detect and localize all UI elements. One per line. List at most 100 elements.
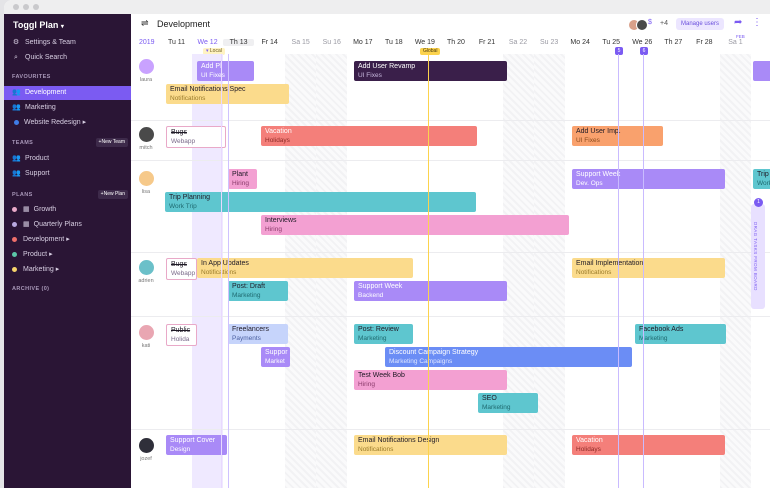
avatar[interactable] <box>139 59 154 74</box>
menu-toggle-icon[interactable]: ⇌ <box>141 18 149 29</box>
window-titlebar <box>4 0 770 14</box>
quick-search-link[interactable]: ⌕ Quick Search <box>12 51 67 64</box>
extra-users-count[interactable]: +4 <box>660 20 668 27</box>
settings-link[interactable]: ⚙ Settings & Team <box>12 36 76 49</box>
task-title: Facebook Ads <box>639 326 684 333</box>
task-title: Support Cover <box>170 437 216 444</box>
task-bar[interactable]: Email Notifications Design Notifications <box>354 435 507 455</box>
task-bar[interactable]: Post: Draft Marketing <box>228 281 288 301</box>
sidebar-plan-product[interactable]: Product ▸ <box>12 248 53 261</box>
sidebar-item-marketing[interactable]: 👥 Marketing <box>12 101 56 114</box>
task-title: Add Pl <box>201 63 222 70</box>
user-name: jozef <box>140 456 152 462</box>
task-project: Notifications <box>358 446 394 453</box>
task-bar[interactable]: Support Week Dev. Ops <box>572 169 725 189</box>
task-bar[interactable]: Plant Hiring <box>228 169 257 189</box>
task-bar[interactable]: In App Updates Notifications <box>197 258 413 278</box>
task-title: Test Week Bob <box>358 372 405 379</box>
task-project: Notifications <box>576 269 612 276</box>
lane-separator <box>131 252 770 253</box>
task-bar[interactable]: Freelancers Payments <box>228 324 288 344</box>
team-icon: 👥 <box>12 89 21 96</box>
user-name: kati <box>141 343 151 349</box>
sidebar-item-label: Marketing <box>25 104 56 111</box>
plan-color-dot <box>12 221 17 227</box>
task-bar[interactable]: Trip Work <box>753 169 770 189</box>
sidebar-item-website-redesign[interactable]: Website Redesign ▸ <box>12 116 86 129</box>
chevron-right-icon: ▸ <box>55 266 60 273</box>
drag-tasks-panel[interactable]: 1 DRAG TASKS FROM BOARD <box>751 198 765 309</box>
workspace-switcher[interactable]: Toggl Plan ▾ <box>13 20 64 30</box>
plan-color-dot <box>12 236 17 242</box>
more-options-icon[interactable]: ⋮ <box>752 17 762 28</box>
task-bar[interactable]: Suppor Market <box>261 347 290 367</box>
task-bar[interactable]: Email Implementation Notifications <box>572 258 725 278</box>
user-name: adrien <box>138 278 154 284</box>
task-bar[interactable]: Public Holida <box>166 324 197 346</box>
task-bar[interactable]: Support Cover Design <box>166 435 227 455</box>
team-icon: 👥 <box>12 104 21 111</box>
app-window: Toggl Plan ▾ ⚙ Settings & Team ⌕ Quick Sea… <box>4 0 770 488</box>
task-title: Add User Revamp <box>358 63 416 70</box>
user-name: laura <box>139 77 153 83</box>
avatar[interactable] <box>139 171 154 186</box>
task-bar[interactable]: Bugs Webapp <box>166 126 226 148</box>
year-label: 2019 <box>139 39 155 46</box>
task-bar[interactable]: Interviews Hiring <box>261 215 569 235</box>
day-label: Tu 18 <box>385 39 403 46</box>
task-bar[interactable]: Vacation Holidays <box>572 435 725 455</box>
sidebar-item-label: Development <box>25 89 67 96</box>
sidebar-plan-quarterly[interactable]: ▦ Quarterly Plans <box>12 218 82 231</box>
plans-heading: PLANS <box>12 192 33 198</box>
window-maximize-dot[interactable] <box>33 4 39 10</box>
avatar[interactable] <box>139 260 154 275</box>
timeline-main: ⇌ Development $ +4 Manage users ➦ ⋮ 2019… <box>131 14 770 488</box>
window-minimize-dot[interactable] <box>23 4 29 10</box>
task-bar[interactable]: Support Week Backend <box>354 281 507 301</box>
sidebar-item-label: Development <box>23 236 65 243</box>
task-bar[interactable]: SEO Marketing <box>478 393 538 413</box>
new-team-button[interactable]: +New Team <box>95 138 128 147</box>
archive-link[interactable]: ARCHIVE (0) <box>12 286 49 292</box>
plans-icon: ▦ <box>23 206 30 213</box>
avatar[interactable] <box>636 19 648 31</box>
lane-separator <box>131 120 770 121</box>
sidebar-plan-growth[interactable]: ▦ Growth <box>12 203 56 216</box>
manage-users-button[interactable]: Manage users <box>676 18 725 30</box>
task-bar[interactable]: Discount Campaign Strategy Marketing Camp… <box>385 347 632 367</box>
task-title: Bugs <box>171 261 187 268</box>
avatar[interactable] <box>139 127 154 142</box>
avatar[interactable] <box>139 325 154 340</box>
share-icon[interactable]: ➦ <box>734 17 742 28</box>
window-close-dot[interactable] <box>13 4 19 10</box>
plan-color-dot <box>12 266 17 272</box>
avatar[interactable] <box>139 438 154 453</box>
task-bar[interactable]: Add User Revamp UI Fixes <box>354 61 507 81</box>
task-bar[interactable]: Bugs Webapp <box>166 258 197 280</box>
task-project: Design <box>170 446 191 453</box>
new-plan-button[interactable]: +New Plan <box>97 190 128 199</box>
task-project: Hiring <box>232 180 249 187</box>
task-title: In App Updates <box>201 260 249 267</box>
sidebar-item-product[interactable]: 👥 Product <box>12 152 49 165</box>
task-project: Notifications <box>201 269 237 276</box>
task-bar[interactable]: Add Pl UI Fixes <box>197 61 254 81</box>
sidebar-item-support[interactable]: 👥 Support <box>12 167 50 180</box>
sidebar-plan-development[interactable]: Development ▸ <box>12 233 70 246</box>
sidebar-item-label: Product <box>25 155 50 162</box>
task-bar[interactable]: Test Week Bob Hiring <box>354 370 507 390</box>
day-label: Mo 24 <box>570 39 590 46</box>
drag-tasks-label: DRAG TASKS FROM BOARD <box>753 222 758 291</box>
task-title: Support Week <box>576 171 621 178</box>
task-bar[interactable]: Facebook Ads Marketing <box>635 324 726 344</box>
timeline-marker-line <box>643 54 644 488</box>
task-bar[interactable]: Vacation Holidays <box>261 126 477 146</box>
sidebar-plan-marketing[interactable]: Marketing ▸ <box>12 263 59 276</box>
chevron-right-icon: ▸ <box>66 236 70 243</box>
timeline-header-bar: ⇌ Development $ +4 Manage users ➦ ⋮ <box>131 14 770 34</box>
task-bar[interactable]: Trip Planning Work Trip <box>165 192 476 212</box>
plan-color-dot <box>14 119 19 125</box>
sidebar-item-development[interactable]: 👥 Development <box>12 86 66 99</box>
task-bar[interactable] <box>753 61 770 81</box>
task-bar[interactable]: Post: Review Marketing <box>354 324 413 344</box>
